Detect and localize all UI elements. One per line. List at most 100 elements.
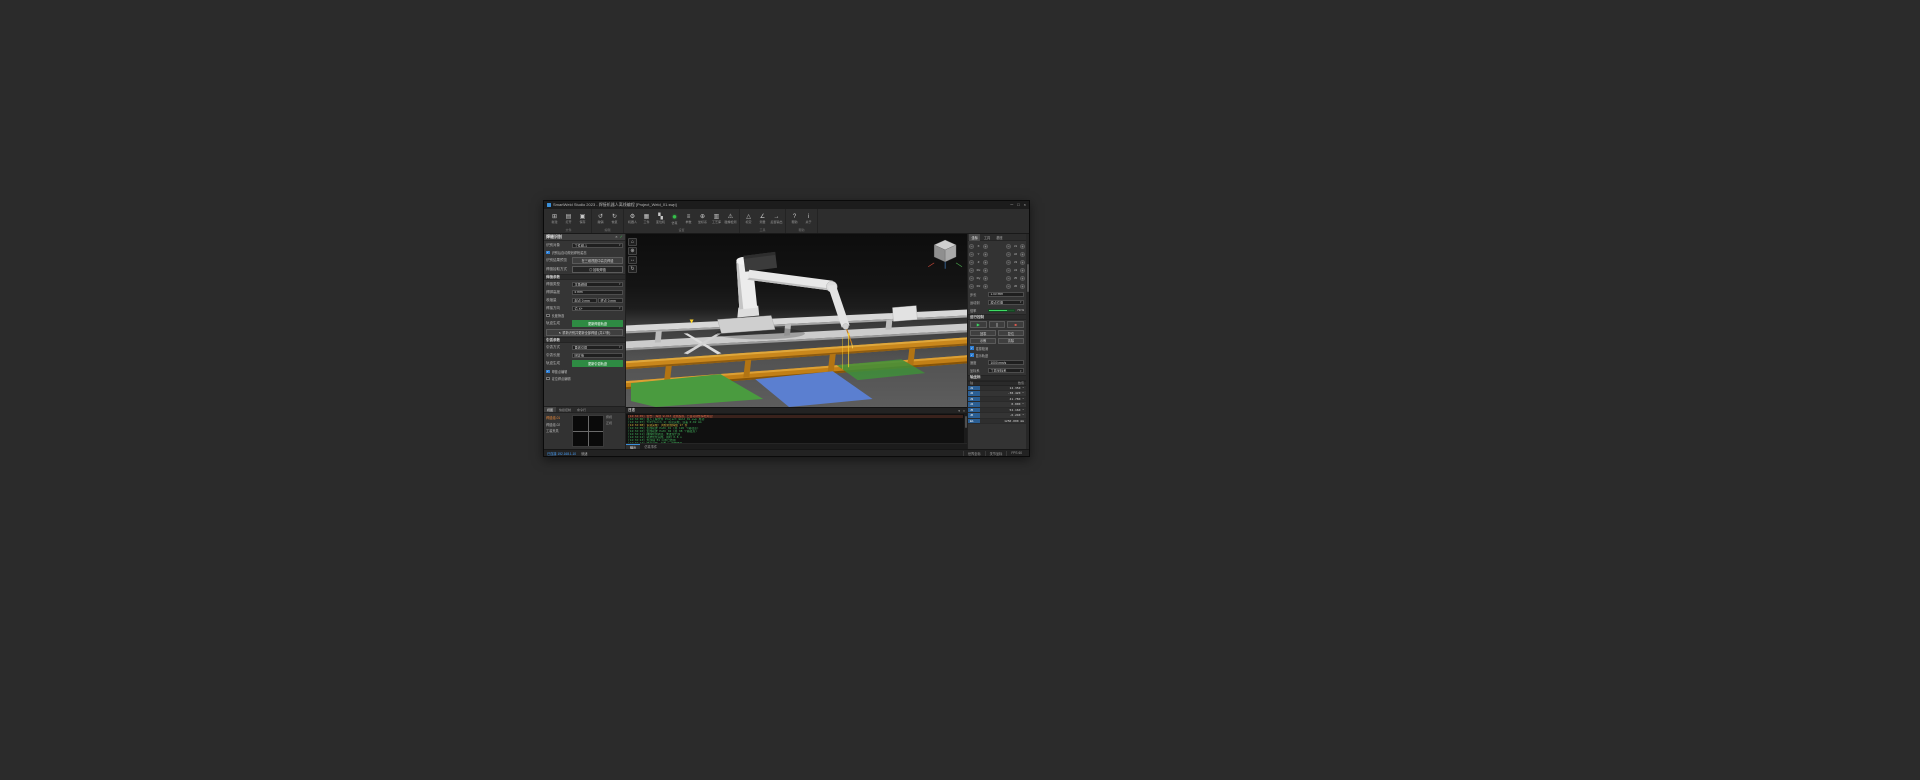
shrink-start-input[interactable]: 起点 0 mm [572, 297, 597, 303]
shrink-end-input[interactable]: 终点 0 mm [598, 297, 623, 303]
log-filter-icon[interactable]: ▾ [958, 409, 960, 413]
jog-minus-X[interactable]: − [969, 243, 974, 249]
weld-group-item-0[interactable]: 焊缝组-01 [546, 415, 570, 420]
weld-point-edit-checkbox[interactable]: ✓ [546, 370, 550, 374]
zoom-icon[interactable]: ⊕ [628, 247, 637, 255]
toolbar-button-3-0[interactable]: △ 标定 [742, 211, 755, 228]
home-icon[interactable]: ⌂ [628, 238, 637, 246]
subpanel-tab-2[interactable]: 命令行 [574, 407, 589, 412]
log-clear-icon[interactable]: × [963, 409, 965, 413]
toolbar-button-1-1[interactable]: ↻ 恢复 [608, 211, 621, 228]
weld-group-item-2[interactable]: 工装夹具 [546, 428, 570, 433]
frame-tab-0[interactable]: 坐标 [969, 233, 981, 241]
quick-button-1[interactable]: 复位 [997, 330, 1024, 336]
weld-type-select[interactable]: 平角焊缝 [572, 281, 623, 287]
toolbar-button-2-5[interactable]: ⊕ 坐标系 [696, 211, 709, 228]
jog-minus-J1[interactable]: − [1006, 243, 1011, 249]
subpanel-tab-0[interactable]: 视图 [544, 407, 557, 412]
viewport-3d[interactable]: ⌂ ⊕ ↔ ↻ [626, 234, 967, 408]
pick-weld-button[interactable]: ◎ 拾取焊缝 [572, 266, 623, 273]
jog-plus-Rx[interactable]: + [983, 267, 988, 273]
update-arc-button[interactable]: 更新引弧轨迹 [572, 360, 623, 367]
step-input[interactable]: 1.00 mm [988, 291, 1024, 297]
direction-select[interactable]: 沿 X+ [572, 305, 623, 311]
jog-minus-Rx[interactable]: − [969, 267, 974, 273]
view-shortcut-0[interactable]: 俯视 [606, 415, 623, 419]
jog-minus-J4[interactable]: − [1006, 267, 1011, 273]
toolbar-button-2-7[interactable]: ⚠ 碰撞检测 [724, 211, 737, 228]
pause-button[interactable]: ∥ [988, 321, 1006, 328]
toolbar-button-3-1[interactable]: ∠ 测量 [756, 211, 769, 228]
right-panel-scrollbar-thumb[interactable] [1026, 264, 1029, 292]
jog-plus-J4[interactable]: + [1020, 267, 1025, 273]
frame-select[interactable]: 工具坐标系 [988, 368, 1024, 373]
minimize-button[interactable]: ─ [1010, 203, 1013, 207]
toolbar-button-2-3[interactable]: ● 仿真 [668, 211, 681, 228]
toolbar-button-2-4[interactable]: ≡ 参数 [682, 211, 695, 228]
toolbar-button-2-1[interactable]: ▦ 工件 [640, 211, 653, 228]
jog-minus-Rz[interactable]: − [969, 283, 974, 289]
jog-plus-Y[interactable]: + [983, 251, 988, 257]
quick-button-2[interactable]: 示教 [970, 337, 997, 344]
layout-thumbnail[interactable] [572, 415, 604, 447]
toolbar-button-1-0[interactable]: ↺ 撤销 [594, 211, 607, 228]
toolbar-button-2-6[interactable]: ▥ 工艺库 [710, 211, 723, 228]
rate-bar[interactable] [988, 308, 1016, 312]
goto-select[interactable]: 原点位置 [988, 299, 1024, 305]
target-select[interactable]: 工件组-1 [572, 242, 623, 248]
arc-mode-select[interactable]: 直线引弧 [572, 344, 623, 350]
axis-row-E1[interactable]: E1 1250.000 mm [968, 418, 1026, 424]
toolbar-button-2-0[interactable]: ⚙ 机器人 [626, 211, 639, 228]
jog-minus-J5[interactable]: − [1006, 275, 1011, 281]
jog-minus-J3[interactable]: − [1006, 259, 1011, 265]
subpanel-tab-1[interactable]: 快捷控制 [556, 407, 574, 412]
stop-button[interactable]: ■ [1007, 321, 1025, 328]
status-item-0[interactable]: 世界坐标 [962, 450, 985, 456]
toolbar-button-0-2[interactable]: ▣ 保存 [576, 211, 589, 228]
leg-height-input[interactable]: 5 mm [572, 289, 623, 295]
toolbar-button-4-1[interactable]: i 关于 [802, 211, 815, 228]
tack-point-edit-checkbox[interactable] [546, 376, 550, 381]
panel-close-icon[interactable]: × [615, 235, 617, 239]
maximize-button[interactable]: □ [1017, 203, 1019, 207]
weld-group-item-1[interactable]: 焊缝组-02 [546, 422, 570, 427]
quick-button-0[interactable]: 回零 [970, 330, 997, 336]
jog-plus-Ry[interactable]: + [983, 275, 988, 281]
refresh-all-welds-button[interactable]: ↻ 重新识别并更新全部焊缝 (共17条) [546, 329, 623, 336]
speed-input[interactable]: 1000 mm/s [988, 360, 1024, 365]
jog-minus-Z[interactable]: − [969, 259, 974, 265]
jog-plus-J6[interactable]: + [1020, 283, 1025, 289]
toolbar-button-2-2[interactable]: ▚ 变位机 [654, 211, 667, 228]
status-item-2[interactable]: FPS 60 [1006, 450, 1026, 456]
frame-tab-1[interactable]: 工具 [981, 234, 992, 241]
arc-length-input[interactable]: 固定值 [572, 352, 623, 358]
play-button[interactable]: ▶ [970, 321, 987, 328]
frame-tab-2[interactable]: 基座 [994, 234, 1005, 241]
toolbar-button-3-2[interactable]: → 后置输出 [770, 211, 783, 228]
jog-plus-J2[interactable]: + [1020, 251, 1025, 257]
right-panel-scrollbar[interactable] [1026, 234, 1029, 449]
toolbar-button-0-1[interactable]: ▤ 打开 [562, 211, 575, 228]
jog-minus-J2[interactable]: − [1006, 251, 1011, 257]
status-item-1[interactable]: 关节坐标 [984, 450, 1007, 456]
pan-icon[interactable]: ↔ [628, 256, 637, 264]
toolbar-button-0-0[interactable]: ⊞ 新建 [548, 211, 561, 228]
update-weld-button[interactable]: 更新焊缝轨迹 [572, 320, 623, 327]
view-shortcut-1[interactable]: 正视 [606, 421, 623, 425]
auto-pose-checkbox[interactable]: ✓ [546, 251, 550, 255]
show-path-checkbox[interactable]: ✓ [970, 353, 974, 357]
jog-minus-Y[interactable]: − [969, 251, 974, 257]
jog-minus-J6[interactable]: − [1006, 283, 1011, 289]
collision-checkbox[interactable]: ✓ [970, 346, 974, 350]
jog-plus-Rz[interactable]: + [983, 283, 988, 289]
quick-button-3[interactable]: 清除 [997, 337, 1024, 344]
jog-plus-J5[interactable]: + [1020, 275, 1025, 281]
jog-plus-Z[interactable]: + [983, 259, 988, 265]
preview-button[interactable]: 在三维视图中高亮焊缝 [572, 257, 623, 264]
length-filter-checkbox[interactable] [546, 313, 550, 318]
jog-plus-X[interactable]: + [983, 243, 988, 249]
jog-plus-J3[interactable]: + [1020, 259, 1025, 265]
jog-plus-J1[interactable]: + [1020, 243, 1025, 249]
close-button[interactable]: × [1024, 203, 1026, 207]
log-body[interactable]: [14:32:05] 警告: 焊缝 W-013 姿态超限，已自动调整焊枪角度！[… [626, 414, 967, 443]
